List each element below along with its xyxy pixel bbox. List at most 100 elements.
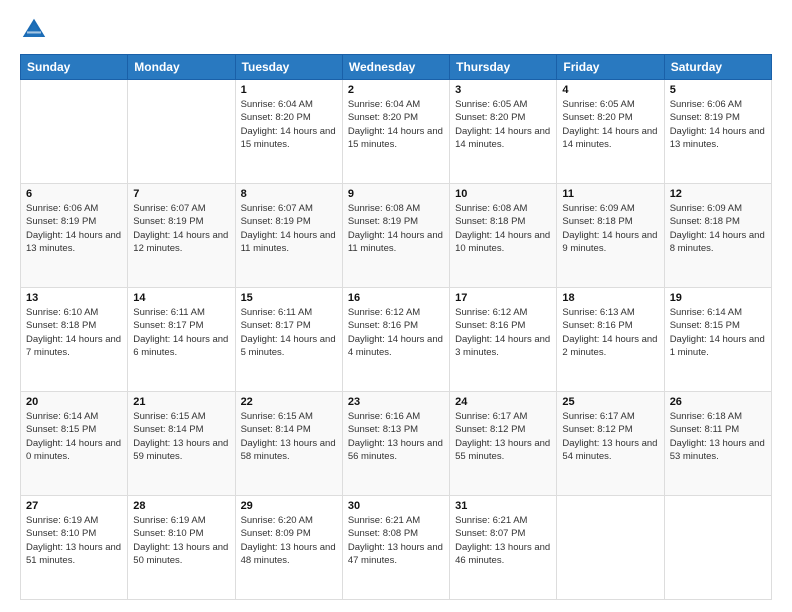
day-info: Sunrise: 6:08 AMSunset: 8:18 PMDaylight:…: [455, 202, 551, 255]
day-info: Sunrise: 6:06 AMSunset: 8:19 PMDaylight:…: [26, 202, 122, 255]
day-number: 19: [670, 292, 766, 304]
day-info: Sunrise: 6:04 AMSunset: 8:20 PMDaylight:…: [241, 98, 337, 151]
calendar-day-cell: 26 Sunrise: 6:18 AMSunset: 8:11 PMDayligh…: [664, 392, 771, 496]
day-info: Sunrise: 6:07 AMSunset: 8:19 PMDaylight:…: [241, 202, 337, 255]
day-info: Sunrise: 6:21 AMSunset: 8:07 PMDaylight:…: [455, 514, 551, 567]
calendar-day-cell: 9 Sunrise: 6:08 AMSunset: 8:19 PMDaylight…: [342, 184, 449, 288]
calendar-day-cell: 15Sunrise: 6:11 AMSunset: 8:17 PMDayligh…: [235, 288, 342, 392]
calendar: SundayMondayTuesdayWednesdayThursdayFrid…: [20, 54, 772, 600]
day-info: Sunrise: 6:18 AMSunset: 8:11 PMDaylight:…: [670, 410, 766, 463]
calendar-day-cell: 14 Sunrise: 6:11 AMSunset: 8:17 PMDayligh…: [128, 288, 235, 392]
day-number: 9: [348, 188, 444, 200]
day-info: Sunrise: 6:05 AMSunset: 8:20 PMDaylight:…: [455, 98, 551, 151]
day-number: 26: [670, 396, 766, 408]
day-number: 10: [455, 188, 551, 200]
day-number: 25: [562, 396, 658, 408]
calendar-empty-cell: [557, 496, 664, 600]
day-info: Sunrise: 6:14 AMSunset: 8:15 PMDaylight:…: [670, 306, 766, 359]
calendar-day-cell: 30Sunrise: 6:21 AMSunset: 8:08 PMDayligh…: [342, 496, 449, 600]
header: [20, 16, 772, 44]
day-number: 1: [241, 84, 337, 96]
calendar-empty-cell: [664, 496, 771, 600]
day-number: 24: [455, 396, 551, 408]
calendar-day-cell: 18 Sunrise: 6:13 AMSunset: 8:16 PMDayligh…: [557, 288, 664, 392]
day-info: Sunrise: 6:10 AMSunset: 8:18 PMDaylight:…: [26, 306, 122, 359]
calendar-day-cell: 17 Sunrise: 6:12 AMSunset: 8:16 PMDayligh…: [450, 288, 557, 392]
calendar-empty-cell: [128, 80, 235, 184]
page: SundayMondayTuesdayWednesdayThursdayFrid…: [0, 0, 792, 612]
calendar-day-header: Tuesday: [235, 55, 342, 80]
logo: [20, 16, 52, 44]
day-number: 14: [133, 292, 229, 304]
calendar-day-cell: 16 Sunrise: 6:12 AMSunset: 8:16 PMDayligh…: [342, 288, 449, 392]
calendar-day-cell: 19 Sunrise: 6:14 AMSunset: 8:15 PMDayligh…: [664, 288, 771, 392]
day-number: 28: [133, 500, 229, 512]
day-number: 8: [241, 188, 337, 200]
day-info: Sunrise: 6:13 AMSunset: 8:16 PMDaylight:…: [562, 306, 658, 359]
day-info: Sunrise: 6:08 AMSunset: 8:19 PMDaylight:…: [348, 202, 444, 255]
calendar-day-cell: 8 Sunrise: 6:07 AMSunset: 8:19 PMDaylight…: [235, 184, 342, 288]
day-info: Sunrise: 6:09 AMSunset: 8:18 PMDaylight:…: [670, 202, 766, 255]
day-number: 11: [562, 188, 658, 200]
day-number: 6: [26, 188, 122, 200]
calendar-day-cell: 7 Sunrise: 6:07 AMSunset: 8:19 PMDaylight…: [128, 184, 235, 288]
day-number: 17: [455, 292, 551, 304]
calendar-week-row: 20 Sunrise: 6:14 AMSunset: 8:15 PMDayligh…: [21, 392, 772, 496]
day-info: Sunrise: 6:09 AMSunset: 8:18 PMDaylight:…: [562, 202, 658, 255]
day-number: 23: [348, 396, 444, 408]
day-number: 30: [348, 500, 444, 512]
day-number: 20: [26, 396, 122, 408]
day-info: Sunrise: 6:19 AMSunset: 8:10 PMDaylight:…: [133, 514, 229, 567]
day-info: Sunrise: 6:12 AMSunset: 8:16 PMDaylight:…: [455, 306, 551, 359]
calendar-week-row: 6 Sunrise: 6:06 AMSunset: 8:19 PMDaylight…: [21, 184, 772, 288]
calendar-day-cell: 13Sunrise: 6:10 AMSunset: 8:18 PMDayligh…: [21, 288, 128, 392]
calendar-day-cell: 2Sunrise: 6:04 AMSunset: 8:20 PMDaylight…: [342, 80, 449, 184]
calendar-day-cell: 6 Sunrise: 6:06 AMSunset: 8:19 PMDaylight…: [21, 184, 128, 288]
day-info: Sunrise: 6:07 AMSunset: 8:19 PMDaylight:…: [133, 202, 229, 255]
day-info: Sunrise: 6:14 AMSunset: 8:15 PMDaylight:…: [26, 410, 122, 463]
day-number: 15: [241, 292, 337, 304]
day-info: Sunrise: 6:11 AMSunset: 8:17 PMDaylight:…: [133, 306, 229, 359]
day-info: Sunrise: 6:17 AMSunset: 8:12 PMDaylight:…: [455, 410, 551, 463]
day-info: Sunrise: 6:12 AMSunset: 8:16 PMDaylight:…: [348, 306, 444, 359]
day-info: Sunrise: 6:06 AMSunset: 8:19 PMDaylight:…: [670, 98, 766, 151]
day-number: 12: [670, 188, 766, 200]
calendar-day-cell: 23 Sunrise: 6:16 AMSunset: 8:13 PMDayligh…: [342, 392, 449, 496]
day-number: 2: [348, 84, 444, 96]
day-number: 29: [241, 500, 337, 512]
calendar-day-header: Saturday: [664, 55, 771, 80]
day-number: 3: [455, 84, 551, 96]
day-number: 7: [133, 188, 229, 200]
day-info: Sunrise: 6:15 AMSunset: 8:14 PMDaylight:…: [241, 410, 337, 463]
day-info: Sunrise: 6:05 AMSunset: 8:20 PMDaylight:…: [562, 98, 658, 151]
calendar-day-cell: 24 Sunrise: 6:17 AMSunset: 8:12 PMDayligh…: [450, 392, 557, 496]
calendar-week-row: 1 Sunrise: 6:04 AMSunset: 8:20 PMDaylight…: [21, 80, 772, 184]
calendar-header-row: SundayMondayTuesdayWednesdayThursdayFrid…: [21, 55, 772, 80]
calendar-day-cell: 4Sunrise: 6:05 AMSunset: 8:20 PMDaylight…: [557, 80, 664, 184]
calendar-day-header: Friday: [557, 55, 664, 80]
day-info: Sunrise: 6:16 AMSunset: 8:13 PMDaylight:…: [348, 410, 444, 463]
day-number: 18: [562, 292, 658, 304]
calendar-day-cell: 25 Sunrise: 6:17 AMSunset: 8:12 PMDayligh…: [557, 392, 664, 496]
day-info: Sunrise: 6:20 AMSunset: 8:09 PMDaylight:…: [241, 514, 337, 567]
calendar-day-cell: 20 Sunrise: 6:14 AMSunset: 8:15 PMDayligh…: [21, 392, 128, 496]
calendar-day-cell: 21 Sunrise: 6:15 AMSunset: 8:14 PMDayligh…: [128, 392, 235, 496]
day-number: 22: [241, 396, 337, 408]
calendar-day-cell: 11 Sunrise: 6:09 AMSunset: 8:18 PMDayligh…: [557, 184, 664, 288]
day-info: Sunrise: 6:17 AMSunset: 8:12 PMDaylight:…: [562, 410, 658, 463]
day-info: Sunrise: 6:19 AMSunset: 8:10 PMDaylight:…: [26, 514, 122, 567]
calendar-day-cell: 29 Sunrise: 6:20 AMSunset: 8:09 PMDayligh…: [235, 496, 342, 600]
day-number: 16: [348, 292, 444, 304]
calendar-day-cell: 1 Sunrise: 6:04 AMSunset: 8:20 PMDaylight…: [235, 80, 342, 184]
calendar-day-cell: 27Sunrise: 6:19 AMSunset: 8:10 PMDayligh…: [21, 496, 128, 600]
day-info: Sunrise: 6:15 AMSunset: 8:14 PMDaylight:…: [133, 410, 229, 463]
calendar-week-row: 27Sunrise: 6:19 AMSunset: 8:10 PMDayligh…: [21, 496, 772, 600]
day-number: 21: [133, 396, 229, 408]
calendar-day-cell: 22 Sunrise: 6:15 AMSunset: 8:14 PMDayligh…: [235, 392, 342, 496]
calendar-day-header: Sunday: [21, 55, 128, 80]
calendar-day-cell: 10 Sunrise: 6:08 AMSunset: 8:18 PMDayligh…: [450, 184, 557, 288]
calendar-empty-cell: [21, 80, 128, 184]
calendar-day-cell: 28 Sunrise: 6:19 AMSunset: 8:10 PMDayligh…: [128, 496, 235, 600]
calendar-day-cell: 12 Sunrise: 6:09 AMSunset: 8:18 PMDayligh…: [664, 184, 771, 288]
calendar-day-header: Monday: [128, 55, 235, 80]
